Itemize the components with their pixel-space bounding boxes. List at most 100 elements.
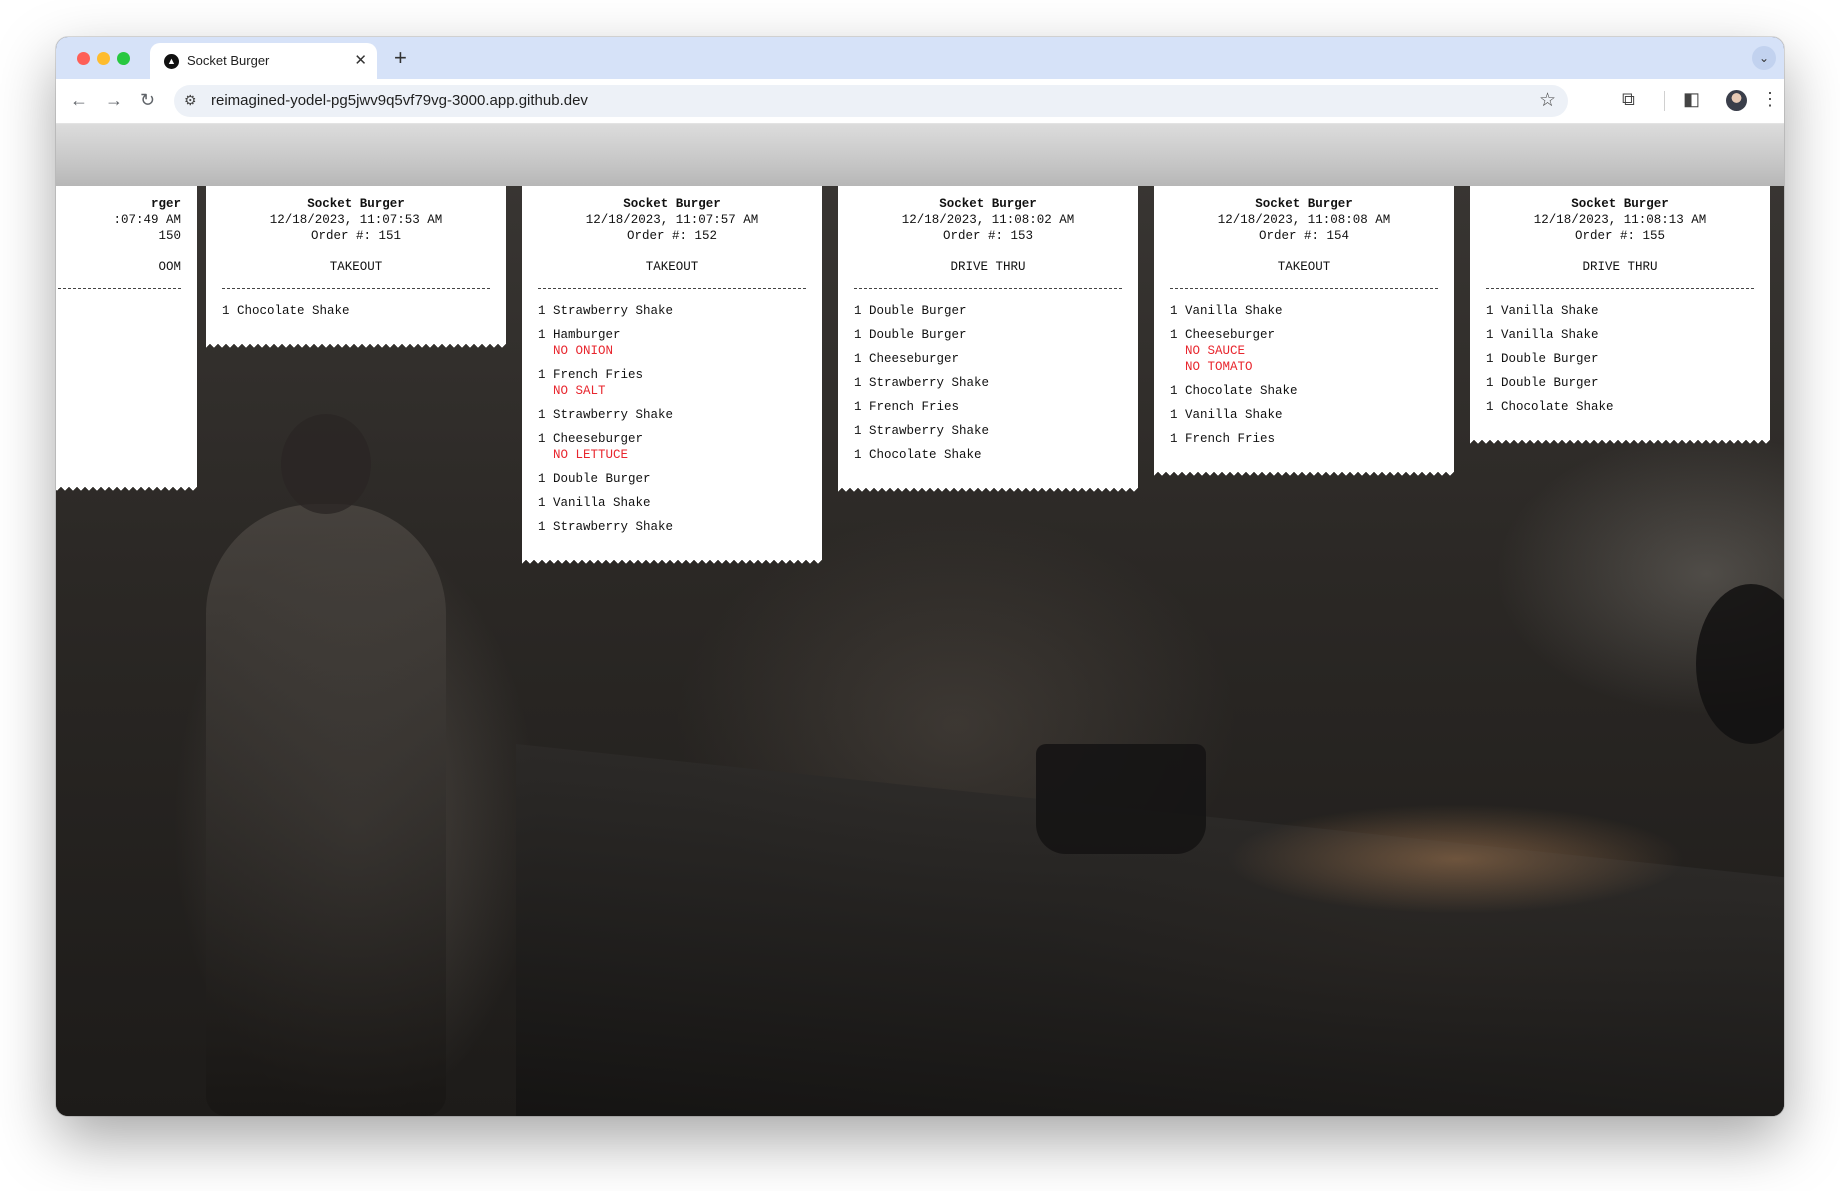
line-item-text: 1 Cheeseburger (538, 432, 644, 446)
ticket-line-item: 1 Double Burger (854, 303, 1122, 319)
line-item-text: 1 Chocolate Shake (1486, 400, 1614, 414)
ticket-header: Socket Burger 12/18/2023, 11:08:08 AM Orde… (1170, 196, 1438, 244)
ticket-order-number: Order #: 153 (942, 229, 1033, 243)
ticket-store-name: Socket Burger (1571, 197, 1669, 211)
modifier-text: NO LETTUCE (553, 448, 629, 462)
ticket-order-number: Order #: 151 (310, 229, 401, 243)
background-chef (206, 504, 446, 1116)
ticket-line-item: 1 French Fries NO SALT (538, 367, 806, 399)
line-item-text: 1 Strawberry Shake (538, 520, 674, 534)
line-item-text: 1 Double Burger (854, 328, 967, 342)
ticket-line-item: 1 Strawberry Shake (854, 423, 1122, 439)
header-band (56, 124, 1784, 186)
ticket-line-item: 1 Vanilla Shake (1486, 303, 1754, 319)
reload-icon[interactable]: ↻ (140, 90, 155, 111)
ticket-order-number: Order #: 155 (1574, 229, 1665, 243)
ticket-line-item: 1 French Fries (854, 399, 1122, 415)
ticket-datetime: :07:49 AM (113, 213, 181, 227)
line-item-text: 1 Hamburger (538, 328, 621, 342)
ticket-line-item: 1 Double Burger (538, 471, 806, 487)
close-window-button[interactable] (77, 52, 90, 65)
ticket-header: Socket Burger 12/18/2023, 11:07:57 AM Orde… (538, 196, 806, 244)
background-chef-head (281, 414, 371, 514)
ticket-line-item: 1 Vanilla Shake (1170, 407, 1438, 423)
line-item-modifiers: NO SALT (538, 383, 806, 399)
ticket-header: Socket Burger 12/18/2023, 11:08:13 AM Orde… (1486, 196, 1754, 244)
line-item-modifiers: NO ONION (538, 343, 806, 359)
ticket-line-item: 1 Strawberry Shake (854, 375, 1122, 391)
line-item-text: 1 Vanilla Shake (1486, 304, 1599, 318)
ticket-order-type: TAKEOUT (1277, 260, 1331, 274)
ticket-store-name: Socket Burger (1255, 197, 1353, 211)
ticket-line-item: 1 French Fries (1170, 431, 1438, 447)
order-ticket: rger :07:49 AM 150 OOM (56, 186, 197, 492)
tab-socket-burger[interactable]: ▲ Socket Burger ✕ (150, 43, 377, 79)
ticket-order-type: OOM (158, 260, 181, 274)
ticket-divider (538, 288, 806, 289)
ticket-line-item: 1 Vanilla Shake (538, 495, 806, 511)
ticket-divider (56, 288, 181, 289)
modifier-text: NO SALT (553, 384, 606, 398)
modifier-text: NO ONION (553, 344, 614, 358)
back-icon[interactable]: ← (70, 90, 88, 111)
ticket-line-item: 1 Double Burger (854, 327, 1122, 343)
profile-avatar[interactable] (1726, 90, 1747, 111)
kitchen-display: rger:07:49 AM 150 OOM Socket Burger 12/18/20… (56, 124, 1784, 1116)
modifier-text: NO SAUCE (1185, 344, 1246, 358)
toolbar-divider (1664, 91, 1665, 111)
ticket-datetime: 12/18/2023, 11:08:13 AM (1533, 213, 1707, 227)
line-item-text: 1 Double Burger (854, 304, 967, 318)
maximize-window-button[interactable] (117, 52, 130, 65)
ticket-line-item: 1 Chocolate Shake (1486, 399, 1754, 415)
star-icon[interactable]: ☆ (1539, 89, 1556, 112)
ticket-header: Socket Burger 12/18/2023, 11:08:02 AM Orde… (854, 196, 1122, 244)
close-tab-icon[interactable]: ✕ (354, 51, 367, 69)
order-ticket: Socket Burger 12/18/2023, 11:07:57 AM Orde… (522, 186, 822, 565)
site-settings-icon[interactable]: ⚙ (184, 92, 197, 109)
ticket-order-type: DRIVE THRU (1582, 260, 1658, 274)
ticket-line-item: 1 Vanilla Shake (1170, 303, 1438, 319)
menu-icon[interactable]: ⋮ (1761, 89, 1779, 110)
ticket-order-number: 150 (158, 229, 181, 243)
extensions-icon[interactable]: ⧉ (1622, 89, 1635, 110)
ticket-line-item: 1 Hamburger NO ONION (538, 327, 806, 359)
ticket-line-item: 1 Double Burger (1486, 375, 1754, 391)
ticket-order-number: Order #: 154 (1258, 229, 1349, 243)
line-item-text: 1 Double Burger (1486, 376, 1599, 390)
ticket-store-name: rger (150, 197, 181, 211)
browser-toolbar: ← → ↻ ⚙ reimagined-yodel-pg5jwv9q5vf79vg… (56, 79, 1784, 124)
line-item-text: 1 French Fries (1170, 432, 1276, 446)
line-item-text: 1 Vanilla Shake (1170, 408, 1283, 422)
minimize-window-button[interactable] (97, 52, 110, 65)
address-bar[interactable]: ⚙ reimagined-yodel-pg5jwv9q5vf79vg-3000.… (174, 85, 1568, 117)
line-item-text: 1 Strawberry Shake (854, 424, 990, 438)
ticket-store-name: Socket Burger (623, 197, 721, 211)
line-item-text: 1 Double Burger (538, 472, 651, 486)
ticket-line-item: 1 Strawberry Shake (538, 303, 806, 319)
ticket-line-item: 1 Double Burger (1486, 351, 1754, 367)
ticket-line-item: 1 Cheeseburger NO SAUCE NO TOMATO (1170, 327, 1438, 375)
ticket-datetime: 12/18/2023, 11:07:53 AM (269, 213, 443, 227)
ticket-line-item: 1 Cheeseburger (854, 351, 1122, 367)
new-tab-icon[interactable]: + (394, 45, 407, 71)
ticket-line-item: 1 Chocolate Shake (854, 447, 1122, 463)
line-item-text: 1 Chocolate Shake (222, 304, 350, 318)
side-panel-icon[interactable]: ◧ (1683, 89, 1700, 110)
ticket-divider (854, 288, 1122, 289)
line-item-text: 1 Chocolate Shake (1170, 384, 1298, 398)
forward-icon[interactable]: → (105, 90, 123, 111)
order-ticket: Socket Burger 12/18/2023, 11:08:08 AM Orde… (1154, 186, 1454, 477)
ticket-line-item: 1 Chocolate Shake (222, 303, 490, 319)
ticket-line-item: 1 Strawberry Shake (538, 519, 806, 535)
line-item-text: 1 French Fries (854, 400, 960, 414)
tab-search-icon[interactable]: ⌄ (1752, 46, 1776, 70)
line-item-text: 1 Vanilla Shake (538, 496, 651, 510)
ticket-line-item: 1 Cheeseburger NO LETTUCE (538, 431, 806, 463)
ticket-store-name: Socket Burger (939, 197, 1037, 211)
url-text[interactable]: reimagined-yodel-pg5jwv9q5vf79vg-3000.ap… (211, 92, 588, 109)
tab-strip: ▲ Socket Burger ✕ + ⌄ (56, 37, 1784, 79)
order-ticket: Socket Burger 12/18/2023, 11:07:53 AM Orde… (206, 186, 506, 349)
ticket-header: Socket Burger 12/18/2023, 11:07:53 AM Orde… (222, 196, 490, 244)
ticket-order-type: DRIVE THRU (950, 260, 1026, 274)
modifier-text: NO TOMATO (1185, 360, 1253, 374)
